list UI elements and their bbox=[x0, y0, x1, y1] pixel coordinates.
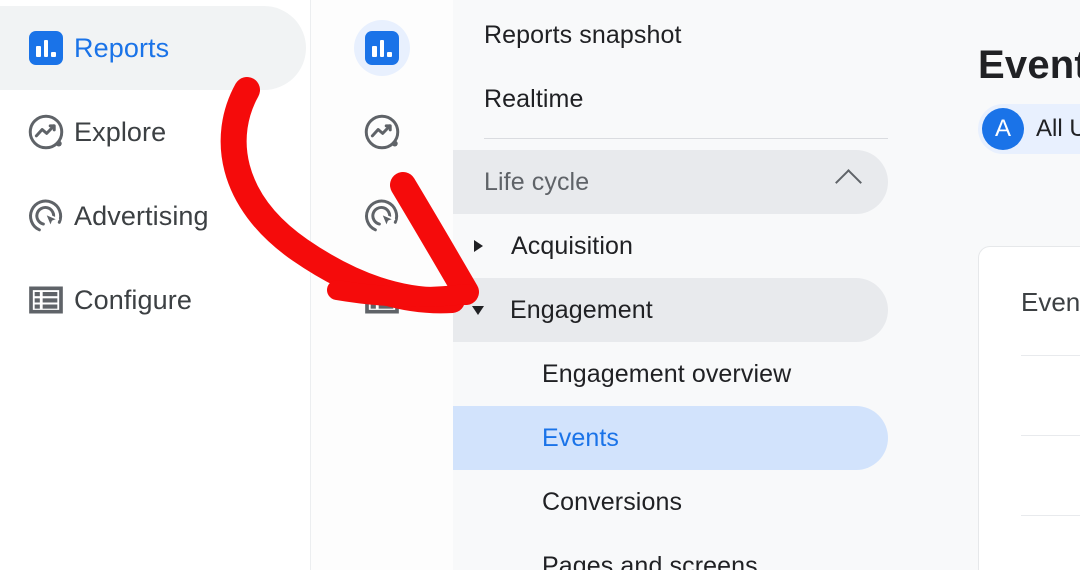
card-divider bbox=[1021, 435, 1080, 436]
primary-nav-item-configure[interactable]: Configure bbox=[0, 258, 310, 342]
primary-nav-label-reports: Reports bbox=[74, 32, 170, 63]
secondary-nav-label-conversions: Conversions bbox=[542, 487, 683, 516]
primary-nav-item-reports[interactable]: Reports bbox=[0, 6, 306, 90]
secondary-nav-item-pages-and-screens[interactable]: Pages and screens bbox=[452, 534, 758, 570]
triangle-right-icon bbox=[474, 240, 483, 252]
secondary-nav-label-life-cycle: Life cycle bbox=[484, 167, 590, 196]
secondary-nav-label-acquisition: Acquisition bbox=[511, 231, 633, 260]
primary-nav-label-explore: Explore bbox=[74, 116, 167, 147]
secondary-nav-label-engagement: Engagement bbox=[510, 295, 653, 324]
primary-navigation: Reports Explore Advertising Configure bbox=[0, 0, 310, 570]
explore-trend-icon bbox=[354, 104, 410, 160]
card-divider bbox=[1021, 355, 1080, 356]
audience-chip-label: All Users bbox=[1036, 115, 1080, 142]
configure-list-icon bbox=[18, 280, 74, 320]
configure-list-icon bbox=[354, 272, 410, 328]
secondary-nav-item-reports-snapshot[interactable]: Reports snapshot bbox=[452, 3, 682, 67]
chevron-up-icon bbox=[835, 168, 862, 196]
rail-item-explore[interactable] bbox=[311, 90, 453, 174]
icon-rail-navigation bbox=[310, 0, 453, 570]
report-card: Event count by Event name bbox=[978, 246, 1080, 570]
audience-chip-all-users[interactable]: A All Users bbox=[978, 104, 1080, 154]
rail-item-configure[interactable] bbox=[311, 258, 453, 342]
google-analytics-navigation-screen: Reports Explore Advertising Configure Re… bbox=[0, 0, 1080, 570]
primary-nav-label-configure: Configure bbox=[74, 284, 192, 315]
advertising-target-cursor-icon bbox=[354, 188, 410, 244]
reports-bar-chart-icon bbox=[354, 20, 410, 76]
secondary-nav-item-realtime[interactable]: Realtime bbox=[452, 67, 583, 131]
secondary-navigation: Reports snapshot Realtime Life cycle Acq… bbox=[452, 0, 978, 570]
secondary-nav-group-life-cycle[interactable]: Life cycle bbox=[452, 150, 888, 214]
secondary-nav-item-engagement-overview[interactable]: Engagement overview bbox=[452, 342, 791, 406]
primary-nav-item-explore[interactable]: Explore bbox=[0, 90, 310, 174]
secondary-nav-item-conversions[interactable]: Conversions bbox=[452, 470, 682, 534]
explore-trend-icon bbox=[18, 111, 74, 153]
secondary-nav-item-acquisition[interactable]: Acquisition bbox=[452, 214, 633, 278]
main-content-area: Events A All Users Event count by Event … bbox=[978, 0, 1080, 570]
reports-bar-chart-icon bbox=[18, 31, 74, 65]
secondary-nav-divider bbox=[484, 138, 888, 139]
triangle-down-icon bbox=[472, 305, 484, 315]
secondary-nav-label-pages-and-screens: Pages and screens bbox=[542, 551, 758, 570]
rail-item-advertising[interactable] bbox=[311, 174, 453, 258]
primary-nav-label-advertising: Advertising bbox=[74, 200, 209, 231]
advertising-target-cursor-icon bbox=[18, 195, 74, 237]
card-title: Event count by Event name bbox=[1021, 287, 1080, 317]
secondary-nav-label-reports-snapshot: Reports snapshot bbox=[484, 20, 682, 49]
secondary-nav-label-events: Events bbox=[542, 423, 620, 452]
page-title: Events bbox=[978, 42, 1080, 87]
secondary-nav-item-engagement[interactable]: Engagement bbox=[452, 278, 888, 342]
secondary-nav-label-engagement-overview: Engagement overview bbox=[542, 359, 792, 388]
primary-nav-item-advertising[interactable]: Advertising bbox=[0, 174, 310, 258]
secondary-nav-label-realtime: Realtime bbox=[484, 84, 584, 113]
avatar: A bbox=[982, 108, 1024, 150]
rail-item-reports[interactable] bbox=[311, 6, 453, 90]
secondary-nav-item-events[interactable]: Events bbox=[452, 406, 888, 470]
card-divider bbox=[1021, 515, 1080, 516]
